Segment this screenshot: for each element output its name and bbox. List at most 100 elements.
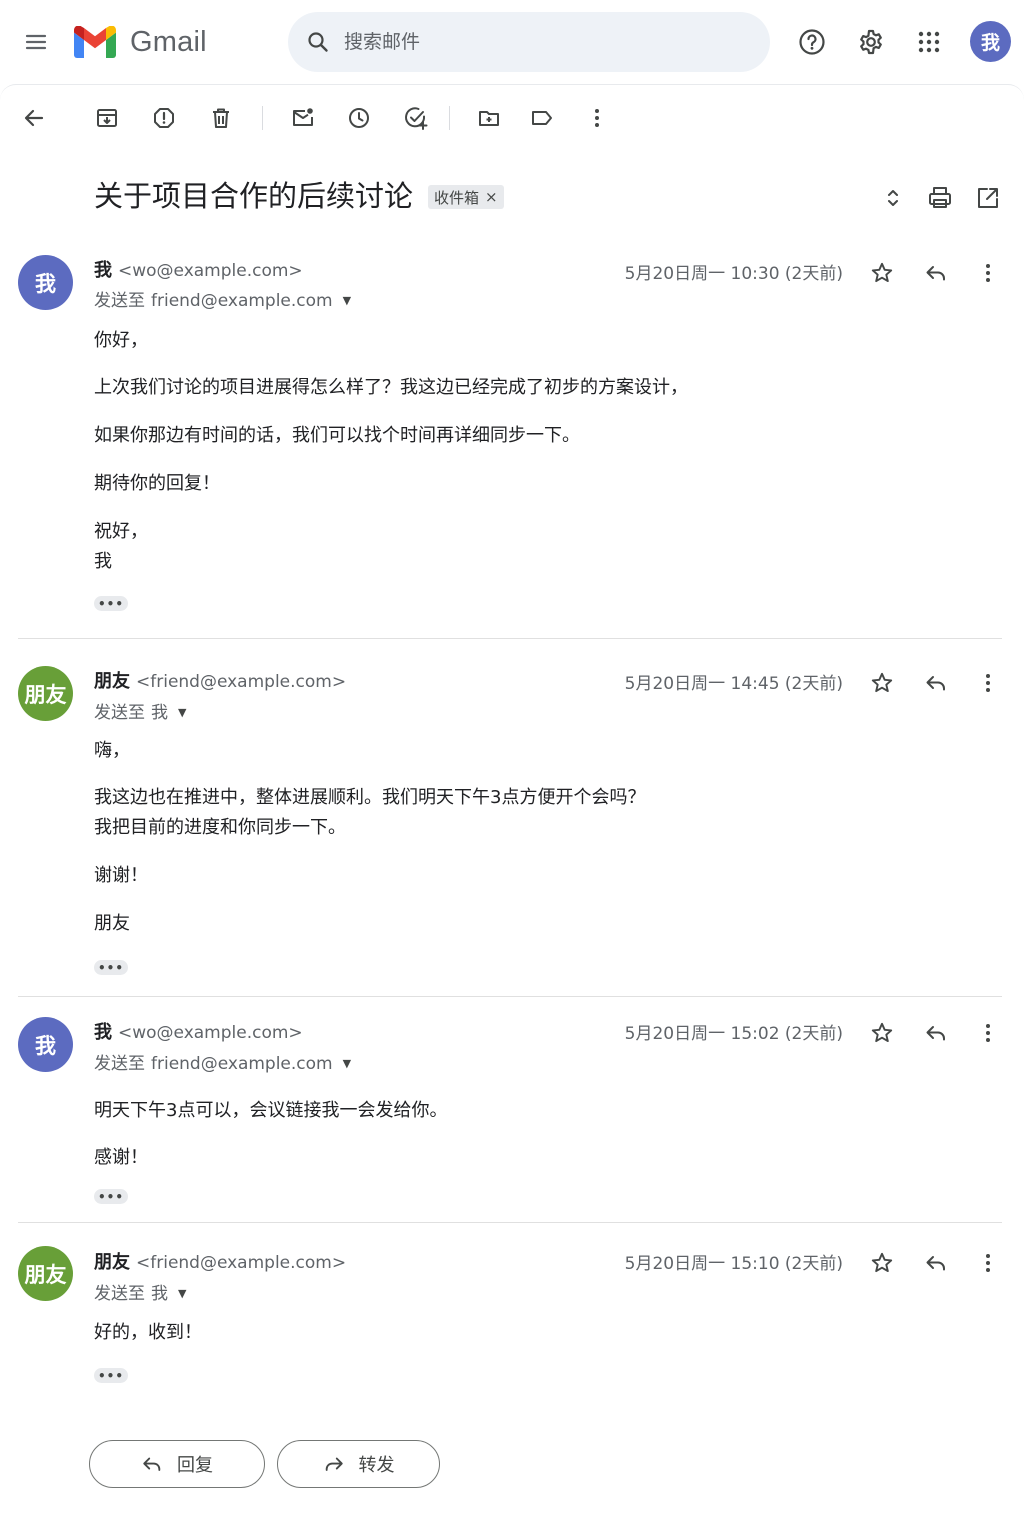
show-details-icon[interactable]: ▼ [343,289,351,313]
forward-bottom-button[interactable]: 转发 [277,1440,440,1488]
gear-icon [860,29,882,55]
toolbar-divider [262,106,263,130]
message-body-line: 期待你的回复！ [94,473,220,494]
show-trimmed-content-button[interactable]: ••• [94,596,128,611]
message-body-line: 你好， [94,330,148,351]
recipient-info: 发送至 friend@example.com ▼ [94,1052,351,1076]
reply-icon [143,1457,161,1471]
message-body-line: 明天下午3点可以，会议链接我一会发给你。 [94,1100,448,1121]
app-name: Gmail [130,25,207,58]
recipient-prefix: 发送至 [94,1284,145,1304]
delete-button[interactable] [201,98,241,138]
reply-button[interactable] [916,663,956,703]
unfold-icon [888,190,898,206]
message-more-button[interactable] [968,1013,1008,1053]
label-icon [532,111,552,125]
sender-name: 我 [94,260,112,281]
account-avatar[interactable]: 我 [970,21,1011,62]
back-button[interactable] [14,98,54,138]
message-more-button[interactable] [968,663,1008,703]
recipient-prefix: 发送至 [94,1054,145,1074]
google-apps-button[interactable] [907,20,951,64]
show-trimmed-content-button[interactable]: ••• [94,1368,128,1383]
sender-email: <friend@example.com> [136,1253,347,1273]
message-body-line: 朋友 [94,913,130,934]
report-spam-button[interactable] [144,98,184,138]
message-more-button[interactable] [968,253,1008,293]
reply-icon [926,676,945,691]
sender-info: 朋友 <friend@example.com> [94,1251,346,1275]
message-body-line: 好的，收到！ [94,1322,202,1343]
star-button[interactable] [862,1243,902,1283]
sender-avatar[interactable]: 我 [18,255,73,310]
message-body-line: 我 [94,551,112,572]
forward-label: 转发 [358,1455,395,1476]
sender-avatar[interactable]: 朋友 [18,666,73,721]
mark-unread-icon [293,108,313,126]
top-bar: Gmail 我 [0,0,1024,84]
message-body-line: 谢谢！ [94,865,148,886]
archive-button[interactable] [87,98,127,138]
reply-button[interactable] [916,1243,956,1283]
recipient-prefix: 发送至 [94,703,145,723]
search-icon [308,32,328,52]
delete-icon [213,108,229,128]
star-icon [871,672,893,693]
more-vert-icon [595,109,599,127]
show-details-icon[interactable]: ▼ [178,701,186,725]
mark-unread-button[interactable] [283,98,323,138]
search-button[interactable] [288,12,348,72]
reply-label: 回复 [177,1455,213,1476]
search-input[interactable] [344,31,724,53]
apps-grid-icon [918,31,940,53]
message-time: 5月20日周一 10:30 (2天前) [624,264,843,284]
sender-email: <wo@example.com> [118,1023,303,1043]
open-in-new-window-button[interactable] [968,178,1008,218]
main-menu-button[interactable] [14,20,58,64]
reply-all-bottom-button[interactable]: 回复 [89,1440,265,1488]
message-divider [18,638,1002,639]
recipient-info: 发送至 friend@example.com ▼ [94,289,351,313]
remove-label-icon[interactable]: × [485,188,498,206]
print-all-button[interactable] [920,178,960,218]
reply-button[interactable] [916,1013,956,1053]
star-icon [871,1022,893,1043]
reply-button[interactable] [916,253,956,293]
move-to-button[interactable] [469,98,509,138]
help-button[interactable] [790,20,834,64]
expand-all-button[interactable] [873,178,913,218]
message-more-button[interactable] [968,1243,1008,1283]
show-trimmed-content-button[interactable]: ••• [94,960,128,975]
message-divider [18,996,1002,997]
more-vert-icon [986,264,990,282]
hamburger-menu-icon [25,34,47,50]
settings-button[interactable] [849,20,893,64]
star-button[interactable] [862,253,902,293]
message-body-line: 我把目前的进度和你同步一下。 [94,817,346,838]
search-bar [288,12,770,72]
show-trimmed-content-button[interactable]: ••• [94,1189,128,1204]
message-time: 5月20日周一 14:45 (2天前) [624,674,843,694]
message-body-line: 嗨， [94,740,130,761]
sender-email: <friend@example.com> [136,672,347,692]
more-vert-icon [986,674,990,692]
thread-subject: 关于项目合作的后续讨论 [94,179,414,213]
add-to-tasks-button[interactable] [396,98,436,138]
show-details-icon[interactable]: ▼ [343,1052,351,1076]
star-button[interactable] [862,663,902,703]
message-body-line: 祝好， [94,521,148,542]
more-options-button[interactable] [577,98,617,138]
snooze-button[interactable] [339,98,379,138]
sender-name: 我 [94,1022,112,1043]
more-vert-icon [986,1254,990,1272]
labels-button[interactable] [522,98,562,138]
show-details-icon[interactable]: ▼ [178,1282,186,1306]
recipient-address: 我 [151,703,168,723]
sender-avatar[interactable]: 朋友 [18,1246,73,1301]
gmail-logo[interactable]: Gmail [74,22,207,62]
reply-icon [926,266,945,281]
archive-icon [97,109,117,127]
star-button[interactable] [862,1013,902,1053]
gmail-m-icon [74,26,116,58]
sender-avatar[interactable]: 我 [18,1017,73,1072]
